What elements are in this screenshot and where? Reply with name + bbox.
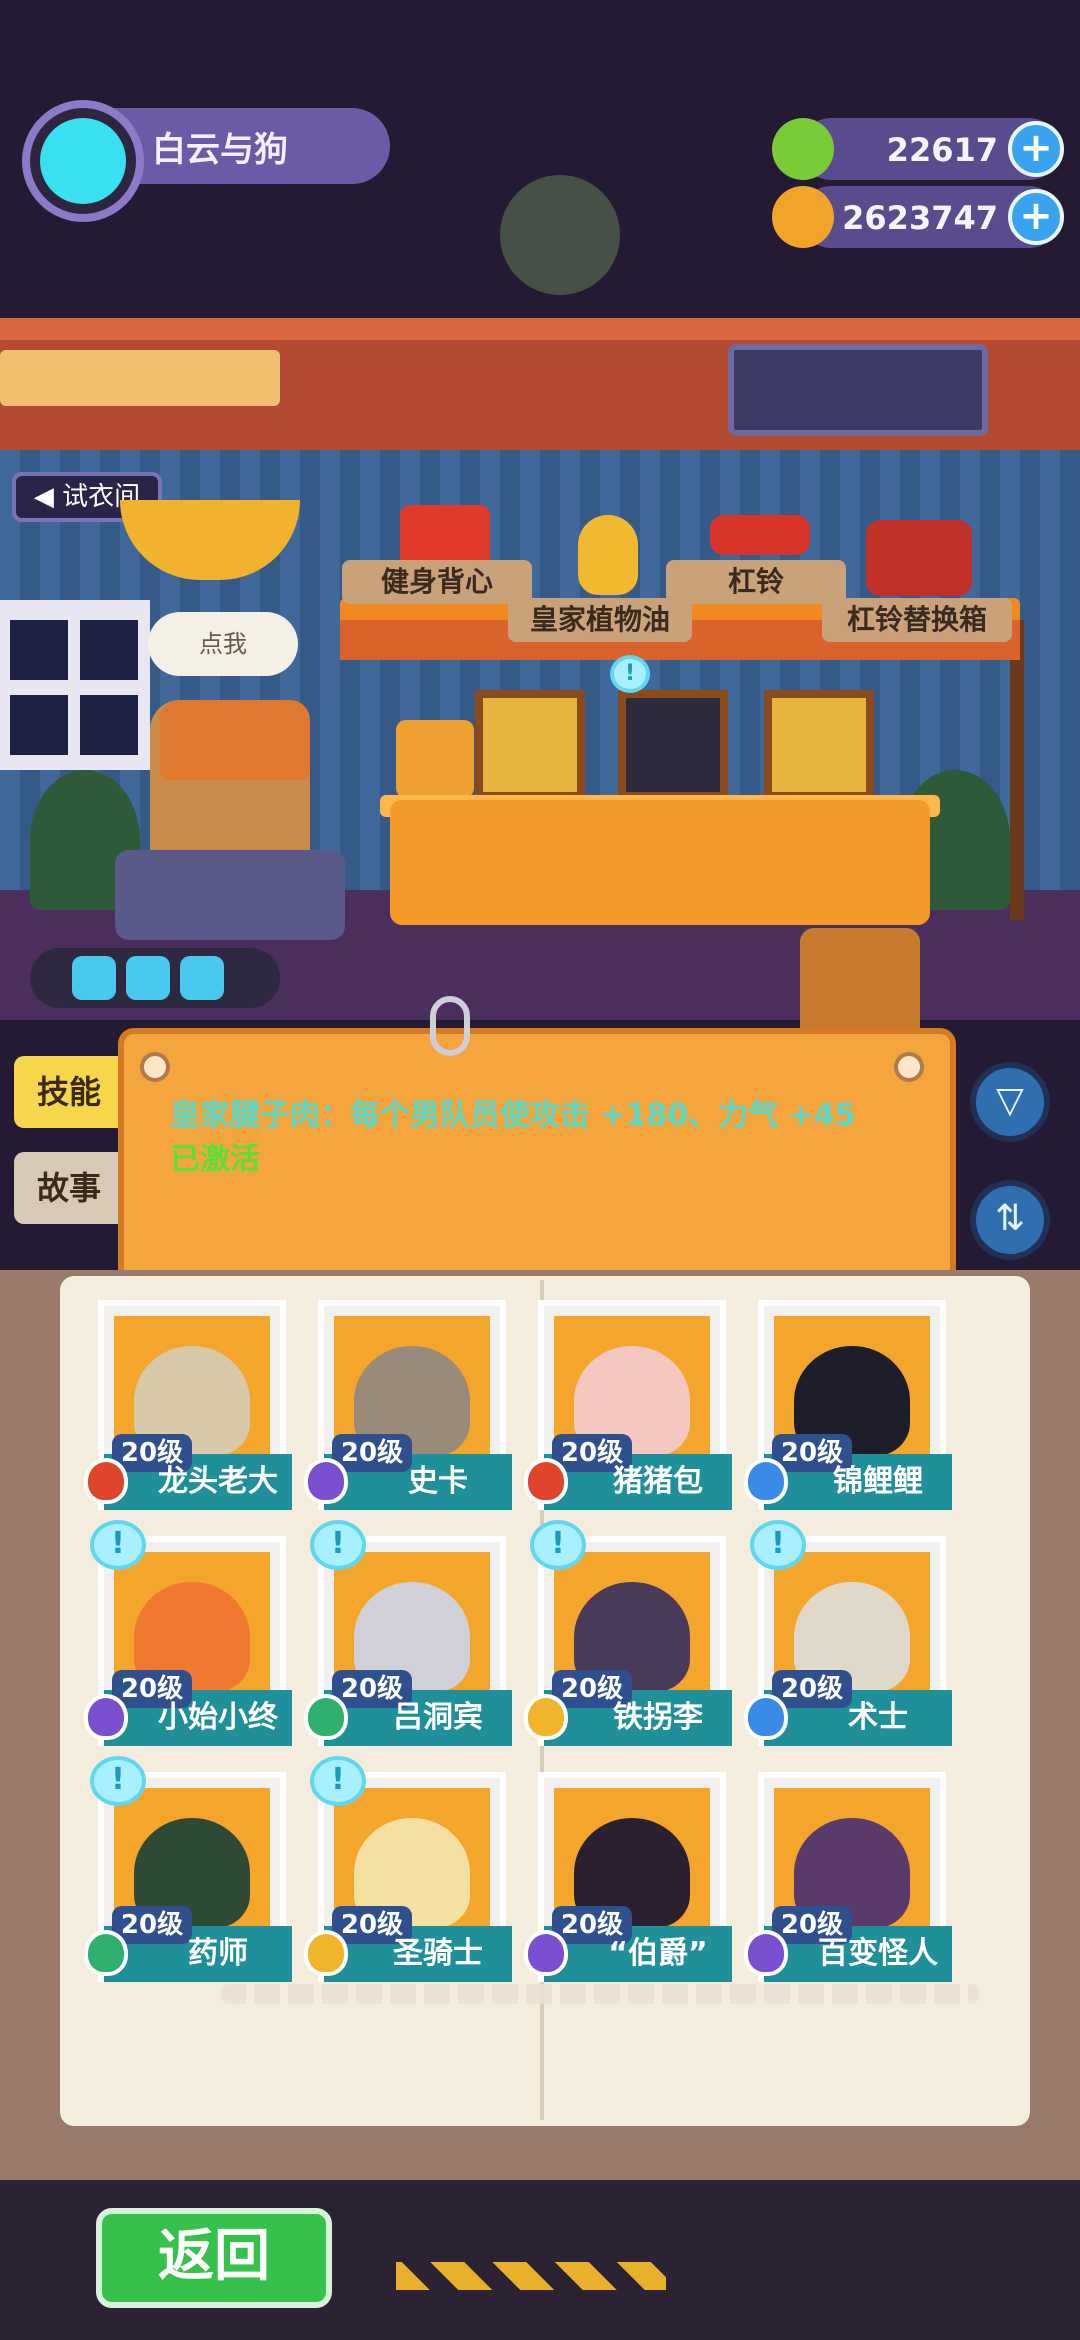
character-card[interactable]: 20级 百变怪人 (744, 1772, 952, 1982)
class-shield-icon (84, 1930, 128, 1976)
character-name: 药师 (188, 1936, 248, 1971)
class-shield-icon (524, 1930, 568, 1976)
alert-bubble-icon: ! (310, 1756, 366, 1806)
window-pane (80, 620, 138, 680)
character-card[interactable]: 20级 圣骑士! (304, 1756, 512, 1982)
window-pane (80, 695, 138, 755)
class-shield-icon (524, 1694, 568, 1740)
board-pin (140, 1052, 170, 1082)
gem-value: 22617 (886, 131, 998, 169)
add-gem-button[interactable]: + (1008, 121, 1064, 177)
tab-story[interactable]: 故事 (14, 1152, 124, 1224)
photo-frame[interactable] (618, 690, 728, 800)
item-label: 杠铃 (666, 560, 846, 604)
class-shield-icon (84, 1458, 128, 1504)
class-shield-icon (304, 1458, 348, 1504)
shelf-panel (0, 350, 280, 406)
wardrobe-icon[interactable] (800, 928, 920, 1028)
ghost-display (728, 344, 988, 436)
class-shield-icon (744, 1458, 788, 1504)
coin-value: 2623747 (842, 199, 998, 237)
info-icon: ! (610, 655, 650, 693)
character-name: 史卡 (408, 1464, 468, 1499)
class-shield-icon (84, 1694, 128, 1740)
faded-text (220, 1984, 980, 2004)
character-card[interactable]: 20级 药师! (84, 1756, 292, 1982)
item-label: 杠铃替换箱 (822, 598, 1012, 642)
skill-status: 已激活 (170, 1142, 260, 1177)
class-shield-icon (524, 1458, 568, 1504)
sort-button[interactable]: ⇅ (970, 1180, 1050, 1260)
item-label: 皇家植物油 (508, 598, 692, 642)
character-name: 小始小终 (158, 1700, 278, 1735)
character-name: 圣骑士 (393, 1936, 483, 1971)
tap-me-bubble[interactable]: 点我 (148, 612, 298, 676)
class-shield-icon (304, 1930, 348, 1976)
character-name: 术士 (848, 1700, 908, 1735)
photo-frame[interactable] (475, 690, 585, 800)
barbell-case-icon[interactable] (866, 520, 972, 596)
skill-gem-icon (72, 956, 116, 1000)
character-card[interactable]: 20级 铁拐李! (524, 1520, 732, 1746)
item-label: 健身背心 (342, 560, 532, 604)
skill-gem-icon (180, 956, 224, 1000)
character-card[interactable]: 20级 “伯爵” (524, 1772, 732, 1982)
back-button[interactable]: 返回 (96, 2208, 332, 2308)
barbell-icon[interactable] (710, 515, 810, 555)
character-name: 猪猪包 (613, 1464, 703, 1499)
character-name: “伯爵” (608, 1936, 708, 1971)
class-shield-icon (744, 1930, 788, 1976)
character-name: 锦鲤鲤 (833, 1464, 923, 1499)
character-card[interactable]: 20级 史卡 (304, 1300, 512, 1510)
fan-decoration (500, 175, 620, 295)
paperclip-icon (430, 996, 470, 1056)
shelf-edge (0, 318, 1080, 340)
character-card[interactable]: 20级 术士! (744, 1520, 952, 1746)
coat-rack (1010, 620, 1024, 920)
character-name: 龙头老大 (158, 1464, 278, 1499)
window-pane (10, 695, 68, 755)
character-card[interactable]: 20级 猪猪包 (524, 1300, 732, 1510)
window (0, 600, 150, 770)
character-headdress (160, 700, 310, 780)
tab-skill[interactable]: 技能 (14, 1056, 124, 1128)
alert-bubble-icon: ! (90, 1520, 146, 1570)
character-name: 铁拐李 (613, 1700, 703, 1735)
character-card[interactable]: 20级 吕洞宾! (304, 1520, 512, 1746)
character-name: 百变怪人 (818, 1936, 938, 1971)
cat-face-icon (40, 118, 126, 204)
hazard-stripe (396, 2262, 666, 2290)
alert-bubble-icon: ! (530, 1520, 586, 1570)
board-pin (894, 1052, 924, 1082)
add-coin-button[interactable]: + (1008, 189, 1064, 245)
skill-description: 皇家腱子肉：每个男队员使攻击 +180、力气 +45 (170, 1098, 856, 1133)
alert-bubble-icon: ! (90, 1756, 146, 1806)
alert-bubble-icon: ! (750, 1520, 806, 1570)
character-name: 吕洞宾 (393, 1700, 483, 1735)
skill-gem-icon (126, 956, 170, 1000)
window-pane (10, 620, 68, 680)
alert-bubble-icon: ! (310, 1520, 366, 1570)
oil-bottle-icon[interactable] (578, 515, 638, 595)
character-card[interactable]: 20级 锦鲤鲤 (744, 1300, 952, 1510)
character-card[interactable]: 20级 龙头老大 (84, 1300, 292, 1510)
filter-button[interactable]: ▽ (970, 1062, 1050, 1142)
photo-frame[interactable] (764, 690, 874, 800)
character-card[interactable]: 20级 小始小终! (84, 1520, 292, 1746)
username: 白云与狗 (152, 130, 288, 170)
sideboard (390, 800, 930, 925)
class-shield-icon (304, 1694, 348, 1740)
fist-trophy (396, 720, 474, 798)
sewing-machine (115, 850, 345, 940)
class-shield-icon (744, 1694, 788, 1740)
